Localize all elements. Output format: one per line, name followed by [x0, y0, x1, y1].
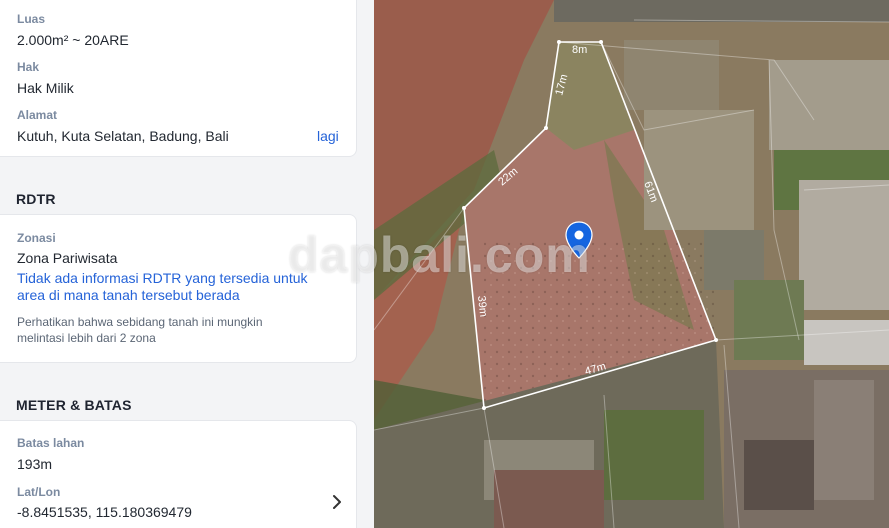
batas-label: Batas lahan: [17, 436, 85, 450]
meter-section-title: METER & BATAS: [16, 397, 132, 413]
rdtr-info-line-2: area di mana tanah tersebut berada: [17, 287, 240, 303]
zonasi-label: Zonasi: [17, 231, 56, 245]
hak-label: Hak: [17, 60, 40, 74]
rdtr-note-line-1: Perhatikan bahwa sebidang tanah ini mung…: [17, 315, 263, 329]
luas-label: Luas: [17, 12, 46, 26]
rdtr-note-line-2: melintasi lebih dari 2 zona: [17, 331, 156, 345]
zonasi-value: Zona Pariwisata: [17, 250, 118, 266]
chevron-right-icon[interactable]: [328, 493, 346, 511]
rdtr-card: Zonasi Zona Pariwisata Tidak ada informa…: [0, 214, 357, 363]
property-card: Luas 2.000m² ~ 20ARE Hak Hak Milik Alama…: [0, 0, 357, 157]
hak-value: Hak Milik: [17, 80, 74, 96]
info-panel: Luas 2.000m² ~ 20ARE Hak Hak Milik Alama…: [0, 0, 374, 528]
latlon-label: Lat/Lon: [17, 485, 61, 499]
map-canvas[interactable]: 8m 17m 22m 61m 39m 47m: [374, 0, 889, 528]
alamat-more-link[interactable]: lagi: [317, 128, 339, 144]
latlon-value: -8.8451535, 115.180369479: [17, 504, 192, 520]
alamat-label: Alamat: [17, 108, 58, 122]
batas-value: 193m: [17, 456, 53, 472]
rdtr-section-title: RDTR: [16, 191, 56, 207]
satellite-map[interactable]: 8m 17m 22m 61m 39m 47m: [374, 0, 889, 528]
edge-label-top: 8m: [572, 44, 587, 56]
meter-card: Batas lahan 193m Lat/Lon -8.8451535, 115…: [0, 420, 357, 528]
rdtr-info-line-1: Tidak ada informasi RDTR yang tersedia u…: [17, 270, 308, 286]
alamat-value: Kutuh, Kuta Selatan, Badung, Bali: [17, 128, 229, 144]
edge-label-left: 39m: [475, 295, 489, 318]
luas-value: 2.000m² ~ 20ARE: [17, 32, 129, 48]
